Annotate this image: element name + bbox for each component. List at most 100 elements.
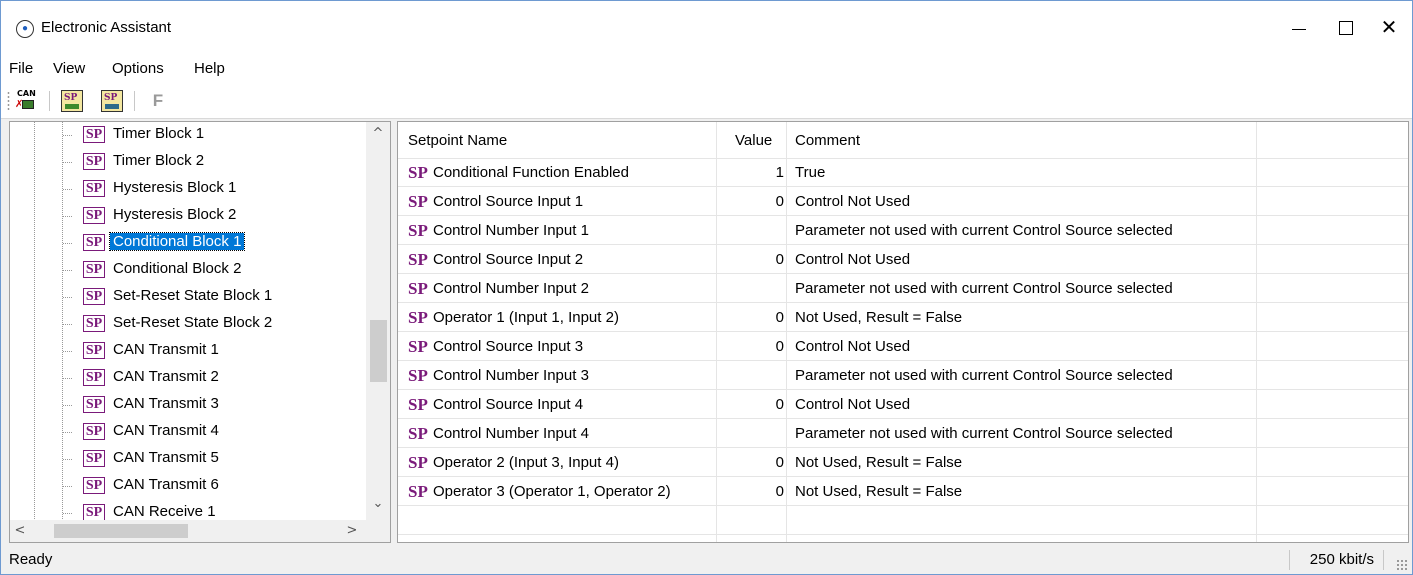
window-title: Electronic Assistant xyxy=(41,19,172,36)
tree-item[interactable]: SP Conditional Block 2 xyxy=(62,257,362,284)
tree-item-label: CAN Transmit 1 xyxy=(113,341,219,358)
menu-options[interactable]: Options xyxy=(112,60,164,77)
app-window: ● Electronic Assistant ✕ File View Optio… xyxy=(0,0,1413,575)
setpoint-comment: Control Not Used xyxy=(795,338,911,355)
tree-vertical-scrollbar[interactable]: ^ ⌄ xyxy=(366,122,390,520)
tree-item[interactable]: SP CAN Receive 1 xyxy=(62,500,362,520)
setpoint-value[interactable]: 0 xyxy=(716,193,784,210)
setpoint-icon: SP xyxy=(83,153,105,170)
tree-item[interactable]: SP CAN Transmit 1 xyxy=(62,338,362,365)
tree-item-label: CAN Transmit 6 xyxy=(113,476,219,493)
setpoint-icon: SP xyxy=(83,126,105,143)
setpoint-name: Operator 2 (Input 3, Input 4) xyxy=(433,454,619,471)
setpoint-value[interactable]: 0 xyxy=(716,454,784,471)
table-row[interactable]: SP Operator 1 (Input 1, Input 2) 0 Not Used… xyxy=(398,304,1408,332)
tree-item-label: Set-Reset State Block 2 xyxy=(113,314,273,331)
tree-list: SP Timer Block 1 SP Timer Block 2 SP Hysteres… xyxy=(10,122,366,520)
status-bar: Ready 250 kbit/s xyxy=(1,546,1412,574)
setpoint-save-icon[interactable] xyxy=(101,90,123,112)
scroll-up-icon[interactable]: ^ xyxy=(366,126,390,146)
setpoint-icon: SP xyxy=(83,450,105,467)
table-row[interactable]: SP Operator 2 (Input 3, Input 4) 0 Not Used… xyxy=(398,449,1408,477)
tree-connector xyxy=(63,432,73,433)
tree-item[interactable]: SP CAN Transmit 6 xyxy=(62,473,362,500)
maximize-button[interactable] xyxy=(1330,15,1360,41)
setpoint-value[interactable]: 0 xyxy=(716,309,784,326)
table-row[interactable]: SP Control Source Input 4 0 Control Not Use… xyxy=(398,391,1408,419)
table-row[interactable]: SP Control Source Input 1 0 Control Not Use… xyxy=(398,188,1408,216)
setpoint-icon: SP xyxy=(408,337,428,356)
table-row[interactable]: SP Control Number Input 1 Parameter not us… xyxy=(398,217,1408,245)
menu-help[interactable]: Help xyxy=(194,60,225,77)
close-button[interactable]: ✕ xyxy=(1374,15,1404,41)
setpoint-value[interactable]: 0 xyxy=(716,251,784,268)
tree-connector xyxy=(63,270,73,271)
tree-item[interactable]: SP Set-Reset State Block 1 xyxy=(62,284,362,311)
table-row[interactable]: SP Conditional Function Enabled 1 True xyxy=(398,159,1408,187)
tree-item[interactable]: SP CAN Transmit 5 xyxy=(62,446,362,473)
column-header-value[interactable]: Value xyxy=(735,132,772,149)
tree-guide-line xyxy=(34,122,35,520)
setpoint-value[interactable]: 0 xyxy=(716,483,784,500)
tree-item[interactable]: SP Timer Block 1 xyxy=(62,122,362,149)
setpoint-name: Control Number Input 2 xyxy=(433,280,589,297)
resize-grip-icon[interactable] xyxy=(1396,559,1408,571)
empty-row xyxy=(398,536,1408,542)
setpoint-tree[interactable]: SP Timer Block 1 SP Timer Block 2 SP Hysteres… xyxy=(9,121,391,543)
column-header-setpoint-name[interactable]: Setpoint Name xyxy=(408,132,507,149)
setpoint-icon: SP xyxy=(408,424,428,443)
tree-item[interactable]: SP Timer Block 2 xyxy=(62,149,362,176)
can-connect-icon[interactable]: CAN ✗ xyxy=(15,90,37,112)
tree-connector xyxy=(63,351,73,352)
setpoint-open-icon[interactable] xyxy=(61,90,83,112)
tree-item-label: Hysteresis Block 1 xyxy=(113,179,237,196)
status-text: Ready xyxy=(9,551,53,568)
toolbar-grip[interactable] xyxy=(7,91,10,111)
setpoint-icon: SP xyxy=(83,315,105,332)
scroll-corner xyxy=(366,520,390,542)
setpoint-name: Control Source Input 2 xyxy=(433,251,584,268)
setpoint-icon: SP xyxy=(83,180,105,197)
setpoint-value[interactable]: 0 xyxy=(716,396,784,413)
scroll-left-icon[interactable]: < xyxy=(10,520,30,542)
table-row[interactable]: SP Control Number Input 2 Parameter not us… xyxy=(398,275,1408,303)
scroll-right-icon[interactable]: > xyxy=(342,520,362,542)
toolbar: CAN ✗ F xyxy=(1,83,1412,119)
tree-horizontal-scrollbar[interactable]: < > xyxy=(10,520,366,542)
tree-connector xyxy=(63,189,73,190)
column-header-comment[interactable]: Comment xyxy=(795,132,860,149)
tree-item[interactable]: SP Hysteresis Block 1 xyxy=(62,176,362,203)
setpoint-icon: SP xyxy=(83,396,105,413)
table-row[interactable]: SP Control Number Input 3 Parameter not us… xyxy=(398,362,1408,390)
title-bar[interactable]: ● Electronic Assistant ✕ xyxy=(1,1,1412,57)
setpoint-comment: True xyxy=(795,164,826,181)
tree-connector xyxy=(63,216,73,217)
tree-item[interactable]: SP CAN Transmit 3 xyxy=(62,392,362,419)
menu-file[interactable]: File xyxy=(9,60,33,77)
tree-item[interactable]: SP CAN Transmit 4 xyxy=(62,419,362,446)
table-row[interactable]: SP Control Source Input 2 0 Control Not Use… xyxy=(398,246,1408,274)
empty-row xyxy=(398,507,1408,535)
tree-item-label: CAN Transmit 5 xyxy=(113,449,219,466)
tree-item-label: Timer Block 2 xyxy=(113,152,205,169)
setpoint-value[interactable]: 0 xyxy=(716,338,784,355)
tree-item[interactable]: SP Conditional Block 1 xyxy=(62,230,362,257)
tree-item[interactable]: SP CAN Transmit 2 xyxy=(62,365,362,392)
table-row[interactable]: SP Operator 3 (Operator 1, Operator 2) 0 No… xyxy=(398,478,1408,506)
table-row[interactable]: SP Control Number Input 4 Parameter not us… xyxy=(398,420,1408,448)
tree-connector xyxy=(63,297,73,298)
menu-view[interactable]: View xyxy=(53,60,85,77)
minimize-button[interactable] xyxy=(1284,15,1314,41)
tree-item-label: CAN Transmit 4 xyxy=(113,422,219,439)
flash-icon[interactable]: F xyxy=(147,90,169,112)
status-separator xyxy=(1383,550,1384,570)
scroll-down-icon[interactable]: ⌄ xyxy=(366,496,390,516)
setpoint-value[interactable]: 1 xyxy=(716,164,784,181)
horizontal-scroll-thumb[interactable] xyxy=(54,524,188,538)
vertical-scroll-thumb[interactable] xyxy=(370,320,387,382)
setpoint-icon: SP xyxy=(83,423,105,440)
tree-item-label: Conditional Block 1 xyxy=(108,232,246,251)
tree-item[interactable]: SP Hysteresis Block 2 xyxy=(62,203,362,230)
table-row[interactable]: SP Control Source Input 3 0 Control Not Use… xyxy=(398,333,1408,361)
tree-item[interactable]: SP Set-Reset State Block 2 xyxy=(62,311,362,338)
